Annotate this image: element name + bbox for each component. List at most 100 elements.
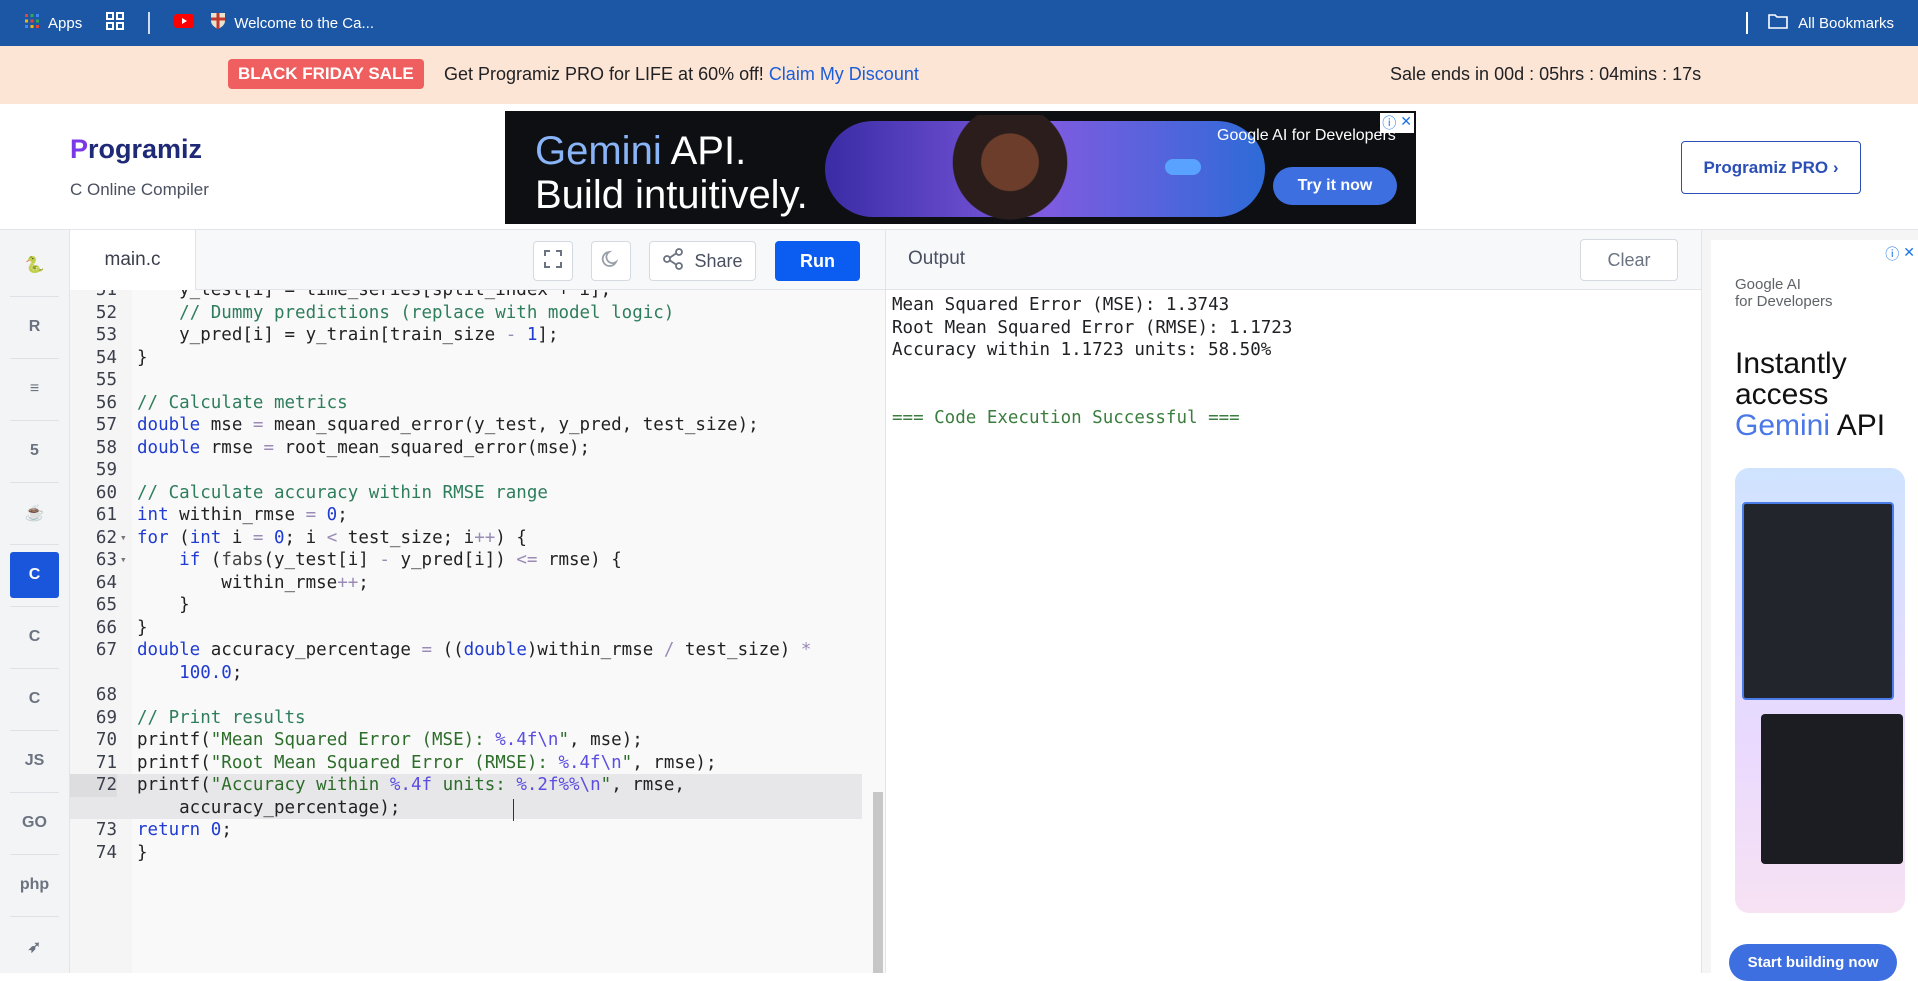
code-line[interactable]: 72 printf("Accuracy within %.4f units: %.… bbox=[70, 774, 862, 797]
ad-close-icon[interactable]: ✕ bbox=[1400, 113, 1412, 133]
fold-arrow-icon[interactable]: ▾ bbox=[120, 549, 130, 572]
code-text: for (int i = 0; i < test_size; i++) { bbox=[137, 527, 527, 548]
gemini-sidebar-ad[interactable]: ⓘ ✕ Google AI for Developers Instantly ac… bbox=[1701, 230, 1918, 981]
moon-icon bbox=[601, 249, 621, 274]
language-js-button[interactable]: JS bbox=[10, 738, 59, 784]
code-text: within_rmse++; bbox=[137, 572, 369, 593]
ad-controls[interactable]: ⓘ ✕ bbox=[1885, 244, 1915, 264]
code-line[interactable]: 53 y_pred[i] = y_train[train_size - 1]; bbox=[70, 324, 862, 347]
folder-icon bbox=[1768, 13, 1788, 33]
code-line[interactable]: 58 double rmse = root_mean_squared_error(… bbox=[70, 437, 862, 460]
code-line[interactable]: 69 // Print results bbox=[70, 707, 862, 730]
language-csharp-button[interactable]: C bbox=[10, 676, 59, 722]
editor-scrollbar[interactable] bbox=[873, 792, 883, 973]
line-number: 53 bbox=[95, 325, 117, 345]
fullscreen-button[interactable] bbox=[533, 241, 573, 281]
code-text: double mse = mean_squared_error(y_test, … bbox=[137, 415, 759, 435]
dark-mode-button[interactable] bbox=[591, 241, 631, 281]
java-icon: ☕ bbox=[24, 505, 45, 522]
code-line[interactable]: 66} bbox=[70, 617, 862, 640]
code-line[interactable]: 60 // Calculate accuracy within RMSE rang… bbox=[70, 482, 862, 505]
line-number: 66 bbox=[95, 617, 117, 638]
code-line[interactable]: accuracy_percentage); bbox=[70, 796, 862, 819]
ad-laptop-screenshot bbox=[1761, 714, 1903, 864]
sql-icon: ≡ bbox=[29, 380, 40, 397]
ad-info-icon[interactable]: ⓘ bbox=[1382, 113, 1396, 133]
code-line[interactable]: 55 bbox=[70, 369, 862, 392]
code-line[interactable]: 51 y_test[i] = time_series[split_index +… bbox=[70, 290, 862, 302]
page-subtitle: C Online Compiler bbox=[70, 180, 209, 199]
code-line[interactable]: 61 int within_rmse = 0; bbox=[70, 504, 862, 527]
code-line[interactable]: 62 ▾ for (int i = 0; i < test_size; i++) { bbox=[70, 527, 862, 550]
code-line[interactable]: 65 } bbox=[70, 594, 862, 617]
c-icon: C bbox=[28, 566, 41, 583]
language-separator bbox=[10, 420, 59, 421]
code-line[interactable]: 52 // Dummy predictions (replace with mo… bbox=[70, 302, 862, 325]
code-line[interactable]: 56 // Calculate metrics bbox=[70, 392, 862, 415]
execution-status: === Code Execution Successful === bbox=[892, 407, 1240, 428]
shield-crest-icon bbox=[210, 12, 226, 34]
line-number: 55 bbox=[95, 370, 117, 390]
youtube-bookmark[interactable] bbox=[174, 14, 195, 32]
tab-groups-bookmark[interactable] bbox=[106, 12, 125, 34]
bookmarks-bar: Apps Welcome to the Ca... All Bookmarks bbox=[0, 0, 1918, 46]
start-building-button[interactable]: Start building now bbox=[1729, 944, 1897, 981]
line-number: 63 bbox=[95, 550, 117, 570]
try-it-now-button[interactable]: Try it now bbox=[1273, 167, 1397, 205]
code-line[interactable]: 100.0; bbox=[70, 662, 862, 685]
code-line[interactable]: 68 bbox=[70, 684, 862, 707]
language-php-button[interactable]: php bbox=[10, 862, 59, 908]
all-bookmarks-label: All Bookmarks bbox=[1798, 14, 1894, 32]
code-text: // Dummy predictions (replace with model… bbox=[179, 302, 675, 323]
welcome-bookmark-label: Welcome to the Ca... bbox=[234, 14, 374, 32]
sale-badge: BLACK FRIDAY SALE bbox=[228, 59, 424, 89]
fullscreen-icon bbox=[543, 249, 563, 274]
code-line[interactable]: 54} bbox=[70, 347, 862, 370]
language-cpp-button[interactable]: C bbox=[10, 614, 59, 660]
line-number: 65 bbox=[95, 595, 117, 615]
language-python-button[interactable]: 🐍 bbox=[10, 242, 59, 288]
line-number: 61 bbox=[95, 505, 117, 525]
code-line[interactable]: 74} bbox=[70, 842, 862, 865]
language-swift-button[interactable]: ➶ bbox=[10, 924, 59, 970]
language-r-button[interactable]: R bbox=[10, 304, 59, 350]
line-number: 51 bbox=[95, 290, 117, 300]
file-tab-main-c[interactable]: main.c bbox=[70, 230, 196, 290]
share-button[interactable]: Share bbox=[649, 241, 756, 281]
language-go-button[interactable]: GO bbox=[10, 800, 59, 846]
ad-headline-2: Build intuitively. bbox=[535, 173, 808, 217]
clear-button[interactable]: Clear bbox=[1580, 239, 1678, 281]
code-line[interactable]: 64 within_rmse++; bbox=[70, 572, 862, 595]
programiz-pro-button[interactable]: Programiz PRO › bbox=[1681, 141, 1861, 194]
language-html-button[interactable]: 5 bbox=[10, 428, 59, 474]
line-number: 57 bbox=[95, 415, 117, 435]
code-editor[interactable]: 51 y_test[i] = time_series[split_index +… bbox=[70, 290, 885, 973]
language-c-button[interactable]: C bbox=[10, 552, 59, 598]
gemini-banner-ad[interactable]: Gemini API. Build intuitively. Google AI… bbox=[505, 111, 1416, 224]
apps-bookmark[interactable]: Apps bbox=[24, 13, 82, 33]
ad-card: ⓘ ✕ Google AI for Developers Instantly ac… bbox=[1711, 240, 1918, 981]
line-number: 60 bbox=[95, 482, 117, 503]
welcome-bookmark[interactable]: Welcome to the Ca... bbox=[210, 12, 374, 34]
ad-controls[interactable]: ⓘ ✕ bbox=[1380, 113, 1414, 133]
code-text: printf("Accuracy within %.4f units: %.2f… bbox=[137, 775, 685, 795]
language-java-button[interactable]: ☕ bbox=[10, 490, 59, 536]
code-line[interactable]: 71 printf("Root Mean Squared Error (RMSE)… bbox=[70, 752, 862, 775]
language-separator bbox=[10, 730, 59, 731]
ad-info-icon[interactable]: ⓘ bbox=[1885, 244, 1899, 264]
fold-arrow-icon[interactable]: ▾ bbox=[120, 527, 130, 550]
code-line[interactable]: 57 double mse = mean_squared_error(y_test… bbox=[70, 414, 862, 437]
code-line[interactable]: 63 ▾ if (fabs(y_test[i] - y_pred[i]) <= r… bbox=[70, 549, 862, 572]
line-number: 71 bbox=[95, 752, 117, 773]
run-button[interactable]: Run bbox=[775, 241, 860, 281]
go-icon: GO bbox=[22, 814, 47, 831]
code-line[interactable]: 70 printf("Mean Squared Error (MSE): %.4f… bbox=[70, 729, 862, 752]
language-sql-button[interactable]: ≡ bbox=[10, 366, 59, 412]
ad-close-icon[interactable]: ✕ bbox=[1903, 244, 1915, 264]
code-line[interactable]: 73 return 0; bbox=[70, 819, 862, 842]
claim-discount-link[interactable]: Claim My Discount bbox=[769, 64, 919, 84]
programiz-logo[interactable]: Programiz bbox=[70, 134, 202, 165]
all-bookmarks[interactable]: All Bookmarks bbox=[1746, 0, 1894, 46]
code-line[interactable]: 59 bbox=[70, 459, 862, 482]
code-line[interactable]: 67 double accuracy_percentage = ((double)… bbox=[70, 639, 862, 662]
